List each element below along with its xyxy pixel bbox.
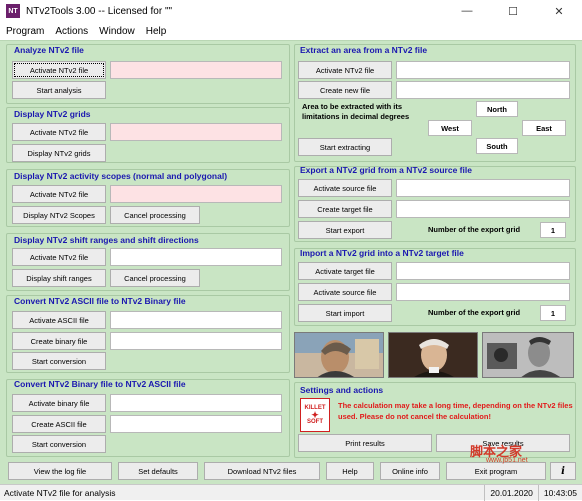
scopes-cancel-button[interactable]: Cancel processing [110,206,200,224]
portrait-image-1 [294,332,384,378]
minimize-button[interactable]: — [444,0,490,22]
analyze-file-field[interactable] [110,61,282,79]
display-shifts-title: Display NTv2 shift ranges and shift dire… [14,235,199,245]
activate-target-button[interactable]: Activate target file [298,262,392,280]
menu-bar: Program Actions Window Help [0,22,582,40]
display-scopes-button[interactable]: Display NTv2 Scopes [12,206,106,224]
title-bar: NT NTv2Tools 3.00 -- Licensed for "" — ☐… [0,0,582,22]
start-extracting-button[interactable]: Start extracting [298,138,392,156]
import-source-field[interactable] [396,283,570,301]
print-results-button[interactable]: Print results [298,434,432,452]
export-source-field[interactable] [396,179,570,197]
display-scopes-title: Display NTv2 activity scopes (normal and… [14,171,228,181]
extract-activate-button[interactable]: Activate NTv2 file [298,61,392,79]
export-target-field[interactable] [396,200,570,218]
grids-activate-button[interactable]: Activate NTv2 file [12,123,106,141]
start-import-button[interactable]: Start import [298,304,392,322]
grids-file-field[interactable] [110,123,282,141]
analyze-title: Analyze NTv2 file [14,45,84,55]
extract-file-field[interactable] [396,61,570,79]
shifts-cancel-button[interactable]: Cancel processing [110,269,200,287]
watermark-url: www.jb51.net [486,457,528,464]
shifts-activate-button[interactable]: Activate NTv2 file [12,248,106,266]
export-grid-title: Export a NTv2 grid from a NTv2 source fi… [300,165,472,175]
display-grids-button[interactable]: Display NTv2 grids [12,144,106,162]
window-title: NTv2Tools 3.00 -- Licensed for "" [26,5,173,17]
activate-ascii-button[interactable]: Activate ASCII file [12,311,106,329]
maximize-button[interactable]: ☐ [490,0,536,22]
status-text: Activate NTv2 file for analysis [4,487,116,498]
north-field[interactable]: North [476,101,518,117]
view-log-button[interactable]: View the log file [8,462,112,480]
ascii-target-field[interactable] [110,415,282,433]
ascii-file-field[interactable] [110,311,282,329]
binary-start-conversion-button[interactable]: Start conversion [12,435,106,453]
import-number-field[interactable]: 1 [540,305,566,321]
portrait-image-2 [388,332,478,378]
export-number-label: Number of the export grid [428,225,521,234]
app-icon: NT [6,4,20,18]
help-button[interactable]: Help [326,462,374,480]
activate-source-button[interactable]: Activate source file [298,179,392,197]
import-target-field[interactable] [396,262,570,280]
close-button[interactable]: ✕ [536,0,582,22]
settings-title: Settings and actions [300,385,384,395]
ascii-start-conversion-button[interactable]: Start conversion [12,352,106,370]
south-field[interactable]: South [476,138,518,154]
menu-program[interactable]: Program [6,26,44,37]
create-binary-button[interactable]: Create binary file [12,332,106,350]
exit-program-button[interactable]: Exit program [446,462,546,480]
main-panel: Analyze NTv2 file Activate NTv2 file Sta… [0,40,582,484]
start-analysis-button[interactable]: Start analysis [12,81,106,99]
area-label: Area to be extracted with its limitation… [302,102,410,121]
scopes-activate-button[interactable]: Activate NTv2 file [12,185,106,203]
create-target-button[interactable]: Create target file [298,200,392,218]
online-info-button[interactable]: Online info [380,462,440,480]
import-grid-title: Import a NTv2 grid into a NTv2 target fi… [300,248,464,258]
east-field[interactable]: East [522,120,566,136]
ascii-to-binary-title: Convert NTv2 ASCII file to NTv2 Binary f… [14,296,186,306]
scopes-file-field[interactable] [110,185,282,203]
binary-target-field[interactable] [110,332,282,350]
extract-new-file-field[interactable] [396,81,570,99]
display-shifts-button[interactable]: Display shift ranges [12,269,106,287]
west-field[interactable]: West [428,120,472,136]
create-ascii-button[interactable]: Create ASCII file [12,415,106,433]
menu-help[interactable]: Help [146,26,167,37]
status-bar: Activate NTv2 file for analysis 20.01.20… [0,484,582,501]
display-grids-title: Display NTv2 grids [14,109,91,119]
analyze-activate-button[interactable]: Activate NTv2 file [12,61,106,79]
extract-area-title: Extract an area from a NTv2 file [300,45,428,55]
status-time: 10:43:05 [537,484,582,501]
binary-file-field[interactable] [110,394,282,412]
extract-create-button[interactable]: Create new file [298,81,392,99]
binary-to-ascii-title: Convert NTv2 Binary file to NTv2 ASCII f… [14,379,186,389]
status-date: 20.01.2020 [484,484,538,501]
shifts-file-field[interactable] [110,248,282,266]
portrait-image-3 [482,332,574,378]
menu-window[interactable]: Window [99,26,135,37]
killet-soft-logo: KILLET ✦ SOFT [300,398,330,432]
menu-actions[interactable]: Actions [55,26,88,37]
import-activate-source-button[interactable]: Activate source file [298,283,392,301]
settings-warning: The calculation may take a long time, de… [338,401,573,421]
start-export-button[interactable]: Start export [298,221,392,239]
export-number-field[interactable]: 1 [540,222,566,238]
info-icon[interactable]: i [550,462,576,480]
activate-binary-button[interactable]: Activate binary file [12,394,106,412]
import-number-label: Number of the export grid [428,308,521,317]
set-defaults-button[interactable]: Set defaults [118,462,198,480]
download-ntv2-button[interactable]: Download NTv2 files [204,462,320,480]
